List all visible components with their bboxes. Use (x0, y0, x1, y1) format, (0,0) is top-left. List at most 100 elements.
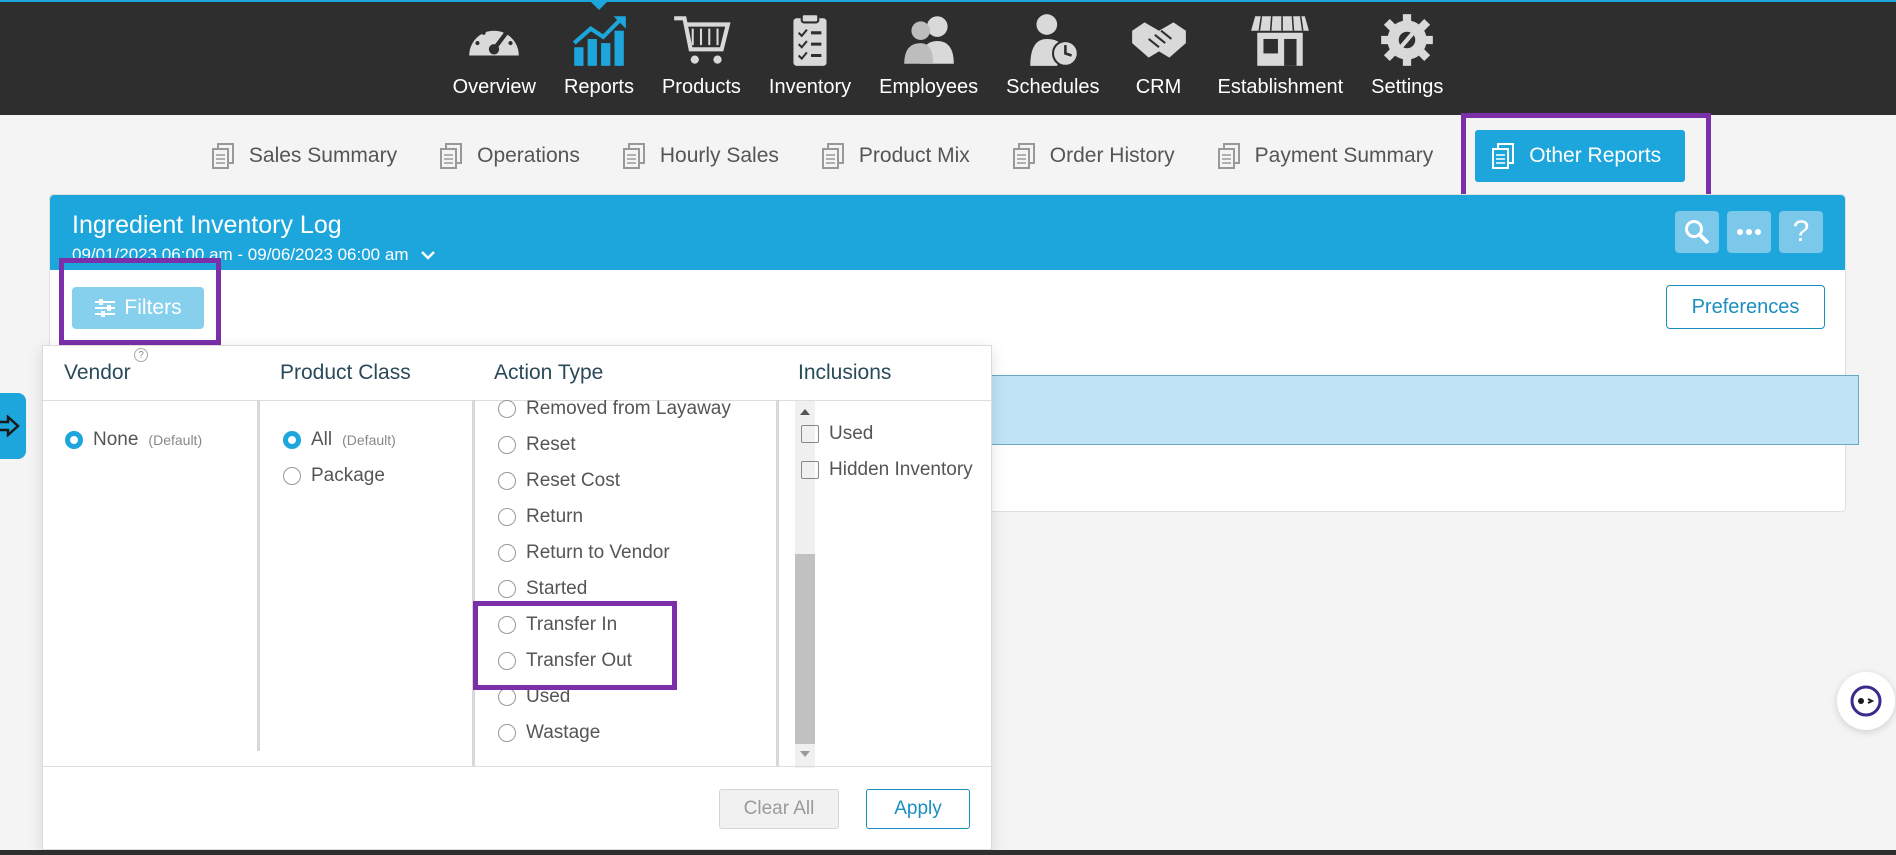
radio-button[interactable] (498, 472, 516, 490)
search-button[interactable] (1675, 211, 1719, 253)
date-range-selector[interactable]: 09/01/2023 06:00 am - 09/06/2023 06:00 a… (72, 245, 436, 265)
person-clock-icon (1030, 14, 1079, 67)
action-type-option[interactable]: Reset Cost (498, 470, 620, 492)
option-label: Reset (526, 434, 576, 455)
option-note: (Default) (342, 432, 396, 448)
nav-label: Inventory (768, 76, 852, 98)
document-icon (821, 143, 844, 169)
action-type-option[interactable]: Started (498, 578, 587, 600)
clear-all-button[interactable]: Clear All (719, 789, 839, 829)
option-label: Return (526, 506, 584, 527)
radio-button[interactable] (498, 400, 516, 418)
radio-button[interactable] (498, 544, 516, 562)
chevron-down-icon (421, 251, 436, 260)
nav-label: Reports (563, 76, 634, 98)
option-label: Used (526, 686, 571, 707)
side-panel-toggle[interactable] (0, 393, 26, 459)
more-options-button[interactable] (1727, 211, 1771, 253)
radio-button[interactable] (498, 580, 516, 598)
filters-button[interactable]: Filters (72, 287, 204, 329)
nav-inventory[interactable]: Inventory (755, 0, 865, 115)
cart-icon (674, 16, 731, 64)
vendor-option-none[interactable]: None (Default) (65, 429, 202, 451)
arrow-right-icon (0, 415, 20, 437)
radio-button[interactable] (498, 724, 516, 742)
action-type-option-transfer-in[interactable]: Transfer In (498, 614, 617, 636)
nav-label: Employees (879, 76, 979, 98)
option-label: Transfer In (526, 614, 618, 635)
action-type-option-transfer-out[interactable]: Transfer Out (498, 650, 632, 672)
radio-button[interactable] (498, 436, 516, 454)
action-type-option[interactable]: Return to Vendor (498, 542, 670, 564)
tab-order-history[interactable]: Order History (1012, 130, 1175, 182)
filters-label: Filters (124, 296, 182, 319)
help-button[interactable]: ? (1779, 211, 1823, 253)
scrollbar-thumb[interactable] (795, 554, 815, 744)
chat-widget-button[interactable] (1837, 672, 1895, 730)
tab-label: Operations (477, 144, 580, 167)
option-label: All (311, 429, 333, 450)
scroll-down-icon[interactable] (799, 750, 811, 758)
tab-label: Payment Summary (1254, 144, 1434, 167)
divider (776, 400, 779, 767)
radio-button[interactable] (65, 431, 83, 449)
radio-button[interactable] (498, 688, 516, 706)
nav-products[interactable]: Products (648, 0, 755, 115)
option-label: Return to Vendor (526, 542, 670, 563)
nav-employees[interactable]: Employees (865, 0, 992, 115)
document-icon (1012, 143, 1035, 169)
nav-crm[interactable]: CRM (1114, 0, 1204, 115)
preferences-button[interactable]: Preferences (1666, 285, 1825, 329)
inclusion-option-used[interactable]: Used (801, 423, 873, 445)
tab-product-mix[interactable]: Product Mix (821, 130, 970, 182)
product-class-option-all[interactable]: All (Default) (283, 429, 396, 451)
nav-establishment[interactable]: Establishment (1204, 0, 1358, 115)
apply-button[interactable]: Apply (866, 789, 970, 829)
tab-label: Hourly Sales (659, 144, 779, 167)
tab-hourly-sales[interactable]: Hourly Sales (622, 130, 779, 182)
action-type-option[interactable]: Removed from Layaway (498, 398, 731, 420)
radio-button[interactable] (498, 508, 516, 526)
checkbox[interactable] (801, 461, 819, 479)
tab-sales-summary[interactable]: Sales Summary (211, 130, 397, 182)
action-type-option[interactable]: Reset (498, 434, 576, 456)
scroll-up-icon[interactable] (799, 408, 811, 416)
gear-icon (1381, 14, 1434, 66)
nav-overview[interactable]: Overview (439, 0, 550, 115)
chat-bot-icon (1850, 685, 1882, 717)
date-range-text: 09/01/2023 06:00 am - 09/06/2023 06:00 a… (72, 245, 409, 264)
nav-label: Products (661, 76, 741, 98)
option-label: Package (311, 465, 385, 486)
product-class-option-package[interactable]: Package (283, 465, 385, 487)
nav-label: Establishment (1217, 76, 1344, 98)
option-label: Used (829, 423, 874, 444)
speedometer-icon (469, 26, 520, 56)
nav-settings[interactable]: Settings (1357, 0, 1457, 115)
tab-other-reports[interactable]: Other Reports (1475, 130, 1686, 182)
nav-label: Overview (452, 76, 536, 98)
inclusion-option-hidden-inventory[interactable]: Hidden Inventory (801, 459, 973, 481)
storefront-icon (1251, 16, 1310, 66)
option-label: Started (526, 578, 588, 599)
help-glyph: ? (1792, 215, 1810, 248)
report-results-band (990, 375, 1859, 445)
search-icon (1685, 220, 1710, 245)
option-label: Removed from Layaway (526, 398, 731, 419)
radio-button[interactable] (498, 616, 516, 634)
option-note: (Default) (148, 432, 203, 448)
nav-label: Settings (1371, 76, 1444, 98)
nav-reports[interactable]: Reports (550, 0, 648, 115)
info-icon[interactable]: ? (134, 348, 148, 362)
radio-button[interactable] (283, 431, 301, 449)
checkbox[interactable] (801, 425, 819, 443)
action-type-option[interactable]: Used (498, 686, 570, 708)
radio-button[interactable] (283, 467, 301, 485)
action-type-option[interactable]: Wastage (498, 722, 600, 744)
option-label: Reset Cost (526, 470, 620, 491)
radio-button[interactable] (498, 652, 516, 670)
clipboard-icon (793, 13, 827, 66)
nav-schedules[interactable]: Schedules (992, 0, 1113, 115)
action-type-option[interactable]: Return (498, 506, 583, 528)
tab-payment-summary[interactable]: Payment Summary (1217, 130, 1434, 182)
tab-operations[interactable]: Operations (439, 130, 580, 182)
